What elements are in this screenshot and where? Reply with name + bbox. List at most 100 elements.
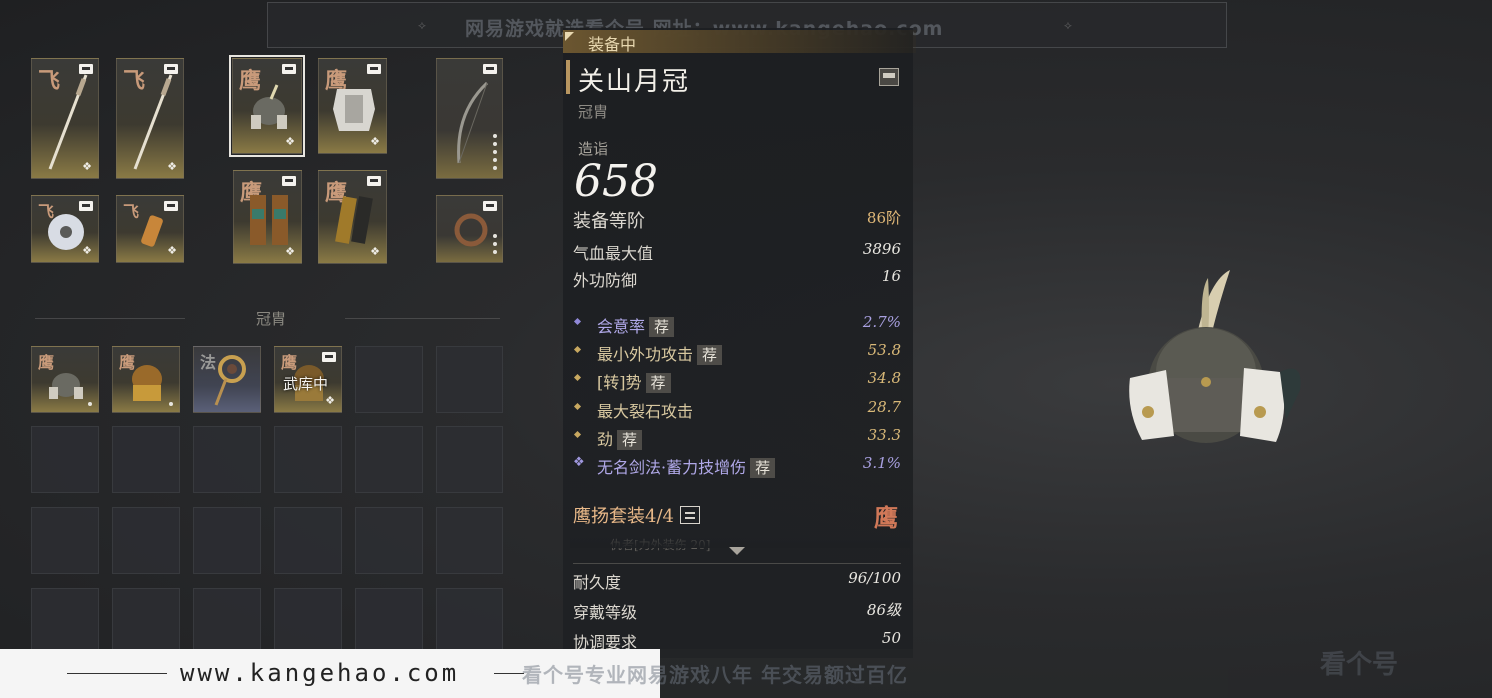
ornament-right-icon: ⟡ [1064, 18, 1072, 32]
inventory-empty-cell[interactable] [193, 507, 261, 574]
inventory-empty-cell[interactable] [355, 346, 423, 413]
equip-slot-pendant[interactable]: 飞 ❖ [116, 195, 184, 263]
gem-socket-icon: ❖ [167, 244, 177, 257]
sub-stat-row[interactable]: 劲荐 33.3 [573, 426, 901, 452]
recommend-badge: 荐 [617, 430, 643, 450]
inventory-empty-cell[interactable] [193, 426, 261, 493]
stat-value: 3896 [862, 240, 901, 258]
recommend-badge: 荐 [750, 458, 776, 478]
sub-stat-row[interactable]: 会意率荐 2.7% [573, 313, 901, 339]
section-label: 冠胄 [256, 310, 287, 328]
helmet-preview-model[interactable] [1080, 260, 1320, 460]
tag-icon [367, 64, 381, 74]
inventory-item-hairpin[interactable]: 法 [193, 346, 261, 413]
spear-icon [133, 74, 173, 170]
base-stat-row: 气血最大值 3896 [573, 240, 901, 264]
inventory-empty-cell[interactable] [274, 426, 342, 493]
equip-slot-legguards[interactable]: 鹰 ❖ [233, 170, 302, 264]
ring-icon [454, 213, 488, 247]
equip-slot-helmet[interactable]: 鹰 ❖ [229, 55, 305, 157]
equip-slot-bracers[interactable]: 鹰 ❖ [318, 170, 387, 264]
sub-stat-row[interactable]: [转]势荐 34.8 [573, 369, 901, 395]
inventory-empty-cell[interactable] [355, 507, 423, 574]
watermark-logo: 看个号 [1320, 650, 1399, 680]
inventory-empty-cell[interactable] [436, 346, 503, 413]
wear-level-row: 穿戴等级 86级 [573, 599, 901, 623]
base-stat-row: 外功防御 16 [573, 267, 901, 291]
inventory-item-helmet-2[interactable]: 鹰 [112, 346, 180, 413]
grade-value: 86阶 [866, 209, 901, 227]
inventory-item-helmet-armory[interactable]: 鹰 武库中 ❖ [274, 346, 342, 413]
inventory-empty-cell[interactable] [436, 426, 503, 493]
bullet-icon [573, 373, 582, 382]
bracers-icon [335, 196, 373, 244]
inventory-empty-cell[interactable] [274, 588, 342, 650]
inventory-empty-cell[interactable] [193, 588, 261, 650]
watermark-slogan: 看个号专业网易游戏八年 年交易额过百亿 [522, 663, 908, 687]
durability-value: 96/100 [848, 569, 901, 587]
swap-icon[interactable] [679, 506, 700, 524]
inventory-empty-cell[interactable] [112, 507, 180, 574]
tag-icon [79, 64, 93, 74]
tag-icon [322, 352, 336, 362]
recommend-badge: 荐 [645, 373, 671, 393]
tag-icon [282, 64, 296, 74]
sub-stat-name: 劲荐 [597, 426, 643, 450]
sub-stat-value: 33.3 [867, 426, 901, 444]
chevron-down-icon[interactable] [729, 547, 745, 555]
sub-stat-value: 28.7 [867, 398, 901, 416]
equipped-label: 装备中 [588, 35, 637, 54]
sub-stat-value: 53.8 [867, 341, 901, 359]
armory-status-label: 武库中 [283, 375, 329, 393]
recommend-badge: 荐 [697, 345, 723, 365]
sub-stat-value: 3.1% [862, 454, 901, 472]
lock-tag-icon[interactable] [879, 68, 899, 86]
bow-icon [457, 81, 489, 164]
title-accent-bar [566, 60, 570, 94]
sub-stat-row[interactable]: 最大裂石攻击 28.7 [573, 398, 901, 424]
sub-stat-row[interactable]: ❖ 无名剑法·蓄力技增伤荐 3.1% [573, 454, 901, 480]
gem-socket-icon: ❖ [325, 394, 335, 407]
inventory-empty-cell[interactable] [112, 588, 180, 650]
bullet-icon [573, 345, 582, 354]
watermark-url: www.kangehao.com [180, 659, 460, 687]
durability-label: 耐久度 [573, 573, 622, 592]
recommend-badge: 荐 [649, 317, 675, 337]
equip-slot-spear-1[interactable]: 飞 ❖ [31, 58, 99, 179]
ornament-left-icon: ⟡ [418, 18, 426, 32]
gem-socket-icon: ❖ [370, 135, 380, 148]
inventory-item-helmet-1[interactable]: 鹰 [31, 346, 99, 413]
item-title: 关山月冠 [578, 67, 691, 97]
inventory-empty-cell[interactable] [436, 507, 503, 574]
chest-armor-icon [333, 89, 375, 131]
inventory-empty-cell[interactable] [274, 507, 342, 574]
tag-icon [164, 201, 178, 211]
tag-icon [483, 64, 497, 74]
stat-name: 外功防御 [573, 271, 638, 290]
set-bonus-title[interactable]: 鹰扬套装4/4 [573, 502, 700, 528]
equip-slot-bow[interactable] [436, 58, 503, 179]
equip-slot-ring[interactable] [436, 195, 503, 263]
inventory-empty-cell[interactable] [112, 426, 180, 493]
wear-level-label: 穿戴等级 [573, 603, 638, 622]
equip-slot-spear-2[interactable]: 飞 ❖ [116, 58, 184, 179]
tag-icon [367, 176, 381, 186]
equip-slot-chest[interactable]: 鹰 ❖ [318, 58, 387, 154]
grade-row: 装备等阶 86阶 [573, 207, 901, 232]
tag-icon [483, 201, 497, 211]
inventory-empty-cell[interactable] [436, 588, 503, 650]
grade-label: 装备等阶 [573, 211, 645, 232]
inventory-empty-cell[interactable] [31, 588, 99, 650]
stat-value: 16 [881, 267, 901, 285]
inventory-empty-cell[interactable] [31, 426, 99, 493]
gem-socket-icon: ❖ [82, 160, 92, 173]
equip-slot-jade-disc[interactable]: 飞 ❖ [31, 195, 99, 263]
sub-stat-row[interactable]: 最小外功攻击荐 53.8 [573, 341, 901, 367]
inventory-empty-cell[interactable] [355, 426, 423, 493]
divider-left [35, 318, 185, 319]
inventory-empty-cell[interactable] [355, 588, 423, 650]
more-dots-icon [493, 130, 497, 170]
star-bullet-icon: ❖ [573, 455, 585, 470]
more-dots-icon [493, 230, 497, 254]
inventory-empty-cell[interactable] [31, 507, 99, 574]
